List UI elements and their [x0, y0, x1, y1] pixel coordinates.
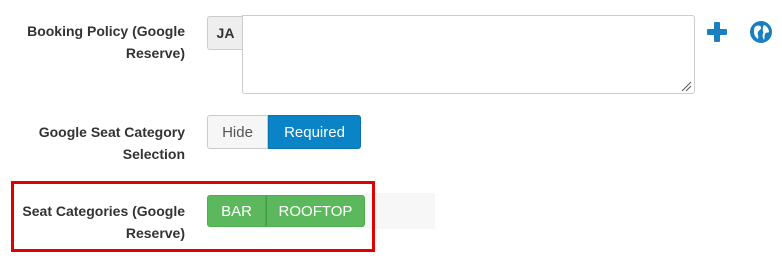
seat-category-rooftop-button[interactable]: ROOFTOP: [266, 195, 365, 227]
language-code-badge: JA: [207, 16, 243, 50]
hide-option-button[interactable]: Hide: [207, 115, 268, 149]
seat-category-bar-button[interactable]: BAR: [207, 195, 266, 227]
required-option-button[interactable]: Required: [268, 115, 361, 149]
booking-policy-label: Booking Policy (Google Reserve): [27, 23, 185, 61]
seat-categories-label: Seat Categories (Google Reserve): [22, 203, 185, 241]
booking-policy-textarea[interactable]: [242, 15, 695, 94]
seat-categories-background: [365, 193, 435, 229]
globe-icon[interactable]: [749, 20, 773, 44]
resize-handle-icon[interactable]: [680, 80, 692, 92]
seat-category-selection-label: Google Seat Category Selection: [38, 124, 185, 162]
plus-icon[interactable]: [705, 20, 729, 44]
seat-category-selection-toggle: Hide Required: [207, 115, 361, 149]
seat-categories-list: BAR ROOFTOP: [207, 195, 365, 227]
